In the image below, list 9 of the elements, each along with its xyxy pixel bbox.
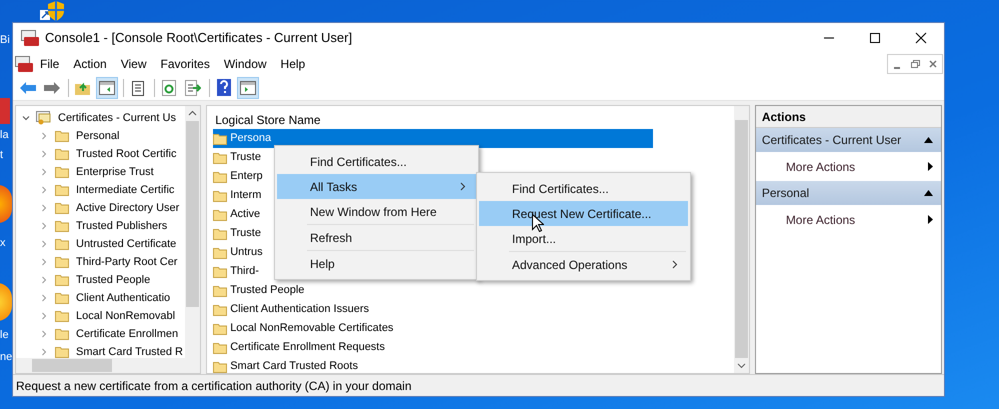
desktop-icon-label: Bi [0, 35, 10, 46]
window-title: Console1 - [Console Root\Certificates - Current User] [45, 29, 354, 48]
desktop-icon-label: ne [0, 352, 12, 363]
desktop-icon-label: la [0, 130, 9, 141]
desktop-icon-label: t [0, 150, 4, 161]
desktop-icon-label: le [0, 330, 9, 341]
status-bar-text: Request a new certificate from a certification authority (CA) in your domain [16, 378, 412, 394]
pane-header: Actions [756, 106, 941, 128]
desktop-icon-label: x [0, 238, 6, 249]
